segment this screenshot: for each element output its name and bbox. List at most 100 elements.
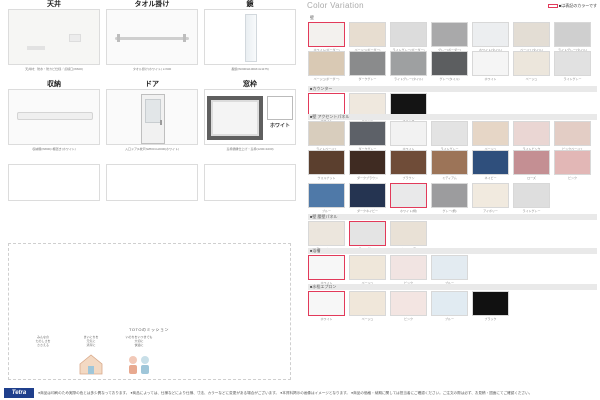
section-header: ■カウンター [308, 86, 597, 92]
footer: Tetra ●商品は印刷のため実際の色とは多少異なっております。 ●商品によって… [0, 388, 600, 400]
spec-cell-window-frame: 窓枠 ホワイト 窓枠額縁仕上げ・窓枠(1200×1000) [204, 80, 296, 157]
swatch-label: アイボリー [483, 209, 498, 213]
swatch-label: グレー(柄) [442, 209, 457, 213]
color-swatch[interactable] [390, 183, 427, 208]
color-swatch[interactable] [308, 255, 345, 280]
color-swatch[interactable] [349, 183, 386, 208]
door-image [106, 89, 198, 145]
color-swatch[interactable] [308, 291, 345, 316]
window-frame-image: ホワイト [204, 89, 296, 145]
color-swatch[interactable] [472, 150, 509, 175]
color-swatch[interactable] [308, 183, 345, 208]
color-swatch[interactable] [554, 150, 591, 175]
color-variation-panel: Color Variation ■は表記のカラーです 壁ホワイト(ボーダー) ベー… [305, 0, 600, 384]
color-swatch[interactable] [554, 51, 591, 76]
mission-text: まいにちを 元気に 清潔に [83, 335, 99, 347]
color-swatch[interactable] [472, 183, 509, 208]
empty-box [204, 164, 296, 201]
swatch-label: ライトグレー [563, 77, 582, 81]
color-swatch[interactable] [472, 22, 509, 47]
color-swatch[interactable] [431, 150, 468, 175]
color-swatch[interactable] [513, 183, 550, 208]
swatch-label: ホワイト [320, 317, 333, 321]
legend-note-text: ■は表記のカラーです [558, 3, 597, 8]
swatch-label: ライトグレー [522, 209, 541, 213]
swatch-label: ブラック [484, 317, 497, 321]
color-swatch[interactable] [390, 22, 427, 47]
color-swatch[interactable] [431, 255, 468, 280]
swatch-label: ブルー [444, 317, 454, 321]
swatch-label: ダークネイビー [356, 209, 378, 213]
color-swatch[interactable] [513, 51, 550, 76]
color-swatch[interactable] [349, 221, 386, 246]
color-swatch[interactable] [513, 22, 550, 47]
swatch-label: ピンク [403, 317, 413, 321]
house-icon [79, 354, 103, 375]
cell-caption: 収納棚(W800)×棚置き(ホワイト) [32, 147, 76, 151]
cell-caption: タオル掛け(ホワイト) L=600 [132, 67, 172, 71]
mission-item-2: まいにちを 元気に 清潔に [71, 335, 111, 379]
color-swatch[interactable] [472, 51, 509, 76]
section-header: ■浴槽 [308, 248, 597, 254]
people-icon [129, 356, 149, 374]
swatch-label: ウォルナット [317, 176, 336, 180]
cell-caption: 長鏡(W300/H1000/t×H1175) [231, 67, 269, 71]
color-swatch[interactable] [390, 150, 427, 175]
empty-box [8, 164, 100, 201]
color-swatch[interactable] [349, 291, 386, 316]
selected-marker-icon [547, 3, 558, 8]
spec-cell-mirror: 鏡 長鏡(W300/H1000/t×H1175) [204, 0, 296, 77]
color-swatch[interactable] [349, 51, 386, 76]
swatch-label: ホワイト(柄) [400, 209, 417, 213]
section-header: ■壁 腰壁パネル [308, 214, 597, 220]
color-swatch[interactable] [349, 22, 386, 47]
color-variation-title: Color Variation [307, 1, 364, 10]
storage-shelf-image [8, 89, 100, 145]
color-swatch[interactable] [513, 150, 550, 175]
brand-logo: Tetra [4, 388, 34, 398]
swatch-label: グレー(タイル) [439, 77, 460, 81]
swatch-label: ダークグレー [358, 77, 377, 81]
color-swatch[interactable] [390, 121, 427, 146]
color-swatch[interactable] [308, 121, 345, 146]
legend-note: ■は表記のカラーです [547, 3, 597, 9]
swatch-label: ブラウン [402, 176, 415, 180]
color-swatch[interactable] [390, 291, 427, 316]
color-swatch[interactable] [554, 121, 591, 146]
color-swatch[interactable] [390, 51, 427, 76]
color-swatch[interactable] [472, 291, 509, 316]
color-swatch[interactable] [431, 22, 468, 47]
color-swatch[interactable] [554, 22, 591, 47]
section-header: 壁 [310, 15, 314, 20]
color-swatch[interactable] [431, 51, 468, 76]
swatch-label: ミディアム [442, 176, 457, 180]
color-swatch[interactable] [513, 121, 550, 146]
swatch-label: ブルー [321, 209, 331, 213]
color-swatch[interactable] [472, 121, 509, 146]
color-swatch[interactable] [349, 255, 386, 280]
color-swatch[interactable] [308, 51, 345, 76]
color-swatch[interactable] [308, 22, 345, 47]
color-swatch[interactable] [308, 150, 345, 175]
mission-text: みんなの たのしさを ささえる [35, 335, 51, 347]
cell-caption: 窓枠額縁仕上げ・窓枠(1200×1000) [226, 147, 274, 151]
window-badge: ホワイト [269, 123, 290, 129]
swatch-label: ダークブラウン [356, 176, 378, 180]
swatch-label: ベージュ [525, 77, 538, 81]
color-swatch[interactable] [308, 221, 345, 246]
color-swatch[interactable] [431, 121, 468, 146]
color-swatch[interactable] [431, 291, 468, 316]
color-swatch[interactable] [390, 221, 427, 246]
color-swatch[interactable] [349, 150, 386, 175]
mission-title: TOTOのミッション [129, 327, 169, 332]
swatch-label: ベージュ(ボーダー) [313, 77, 340, 81]
mission-item-3: いのちをいつまでも 大切に 快適に [119, 335, 159, 379]
swatch-label: ライトグレー(タイル) [394, 77, 423, 81]
color-swatch[interactable] [349, 121, 386, 146]
spec-panel: 天井 天井材：防水・防カビ仕様／点検口(W600) タオル掛け タオル掛け(ホワ… [0, 0, 303, 384]
mirror-image [204, 9, 296, 65]
section-header: ■壁 アクセントパネル [308, 114, 597, 120]
color-swatch[interactable] [390, 255, 427, 280]
spec-cell-ceiling: 天井 天井材：防水・防カビ仕様／点検口(W600) [8, 0, 100, 77]
color-swatch[interactable] [431, 183, 468, 208]
